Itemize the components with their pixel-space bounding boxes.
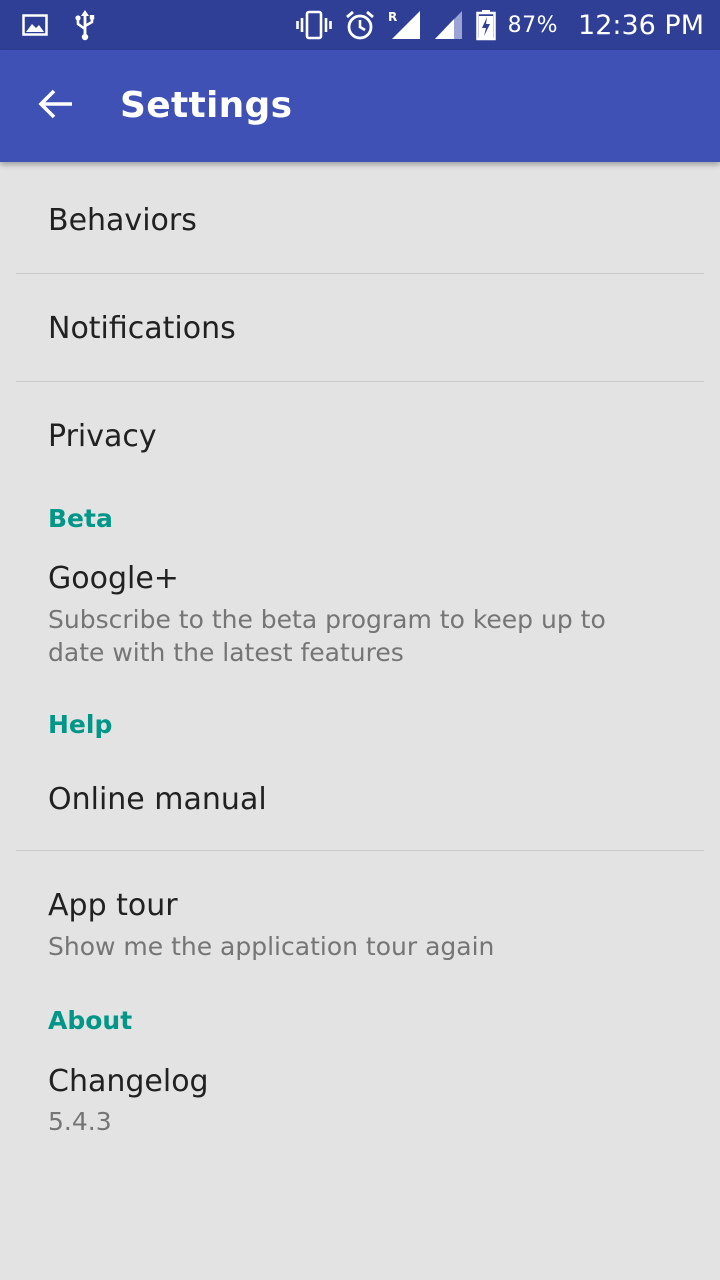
settings-list: Behaviors Notifications Privacy Beta Goo…	[0, 162, 720, 1169]
pref-behaviors[interactable]: Behaviors	[0, 162, 720, 273]
pref-title: Online manual	[48, 782, 267, 817]
battery-percent: 87%	[507, 12, 559, 38]
vibrate-icon	[295, 10, 332, 40]
pref-title: Behaviors	[48, 203, 197, 238]
pref-app-tour[interactable]: App tour Show me the application tour ag…	[0, 851, 720, 992]
alarm-icon	[344, 9, 376, 41]
pref-online-manual[interactable]: Online manual	[0, 757, 720, 850]
arrow-left-icon	[38, 88, 74, 124]
pref-notifications[interactable]: Notifications	[0, 274, 720, 381]
image-icon	[22, 14, 48, 36]
pref-changelog[interactable]: Changelog 5.4.3	[0, 1049, 720, 1169]
pref-summary: Subscribe to the beta program to keep up…	[48, 605, 606, 667]
battery-charging-icon	[475, 9, 496, 41]
app-bar: Settings	[0, 50, 720, 162]
pref-title: Changelog	[48, 1064, 209, 1099]
signal-roaming-icon: R	[388, 9, 422, 41]
pref-title: App tour	[48, 888, 178, 923]
category-header-beta: Beta	[48, 504, 113, 533]
category-header-help: Help	[48, 710, 113, 739]
pref-summary: Show me the application tour again	[48, 932, 495, 961]
page-title: Settings	[120, 85, 293, 126]
roaming-label: R	[388, 10, 397, 24]
status-bar: R 87% 12:36 PM	[0, 0, 720, 50]
usb-icon	[74, 9, 96, 41]
pref-google-plus[interactable]: Google+ Subscribe to the beta program to…	[0, 546, 720, 693]
pref-title: Notifications	[48, 311, 236, 346]
pref-privacy[interactable]: Privacy	[0, 382, 720, 492]
signal-icon	[434, 9, 464, 41]
pref-title: Google+	[48, 561, 179, 596]
status-clock: 12:36 PM	[578, 9, 704, 41]
back-button[interactable]	[26, 78, 86, 134]
pref-summary: 5.4.3	[48, 1107, 112, 1136]
status-left-icons	[22, 9, 96, 41]
status-right-icons: R 87% 12:36 PM	[295, 0, 704, 50]
category-header-about: About	[48, 1006, 133, 1035]
pref-title: Privacy	[48, 419, 157, 454]
